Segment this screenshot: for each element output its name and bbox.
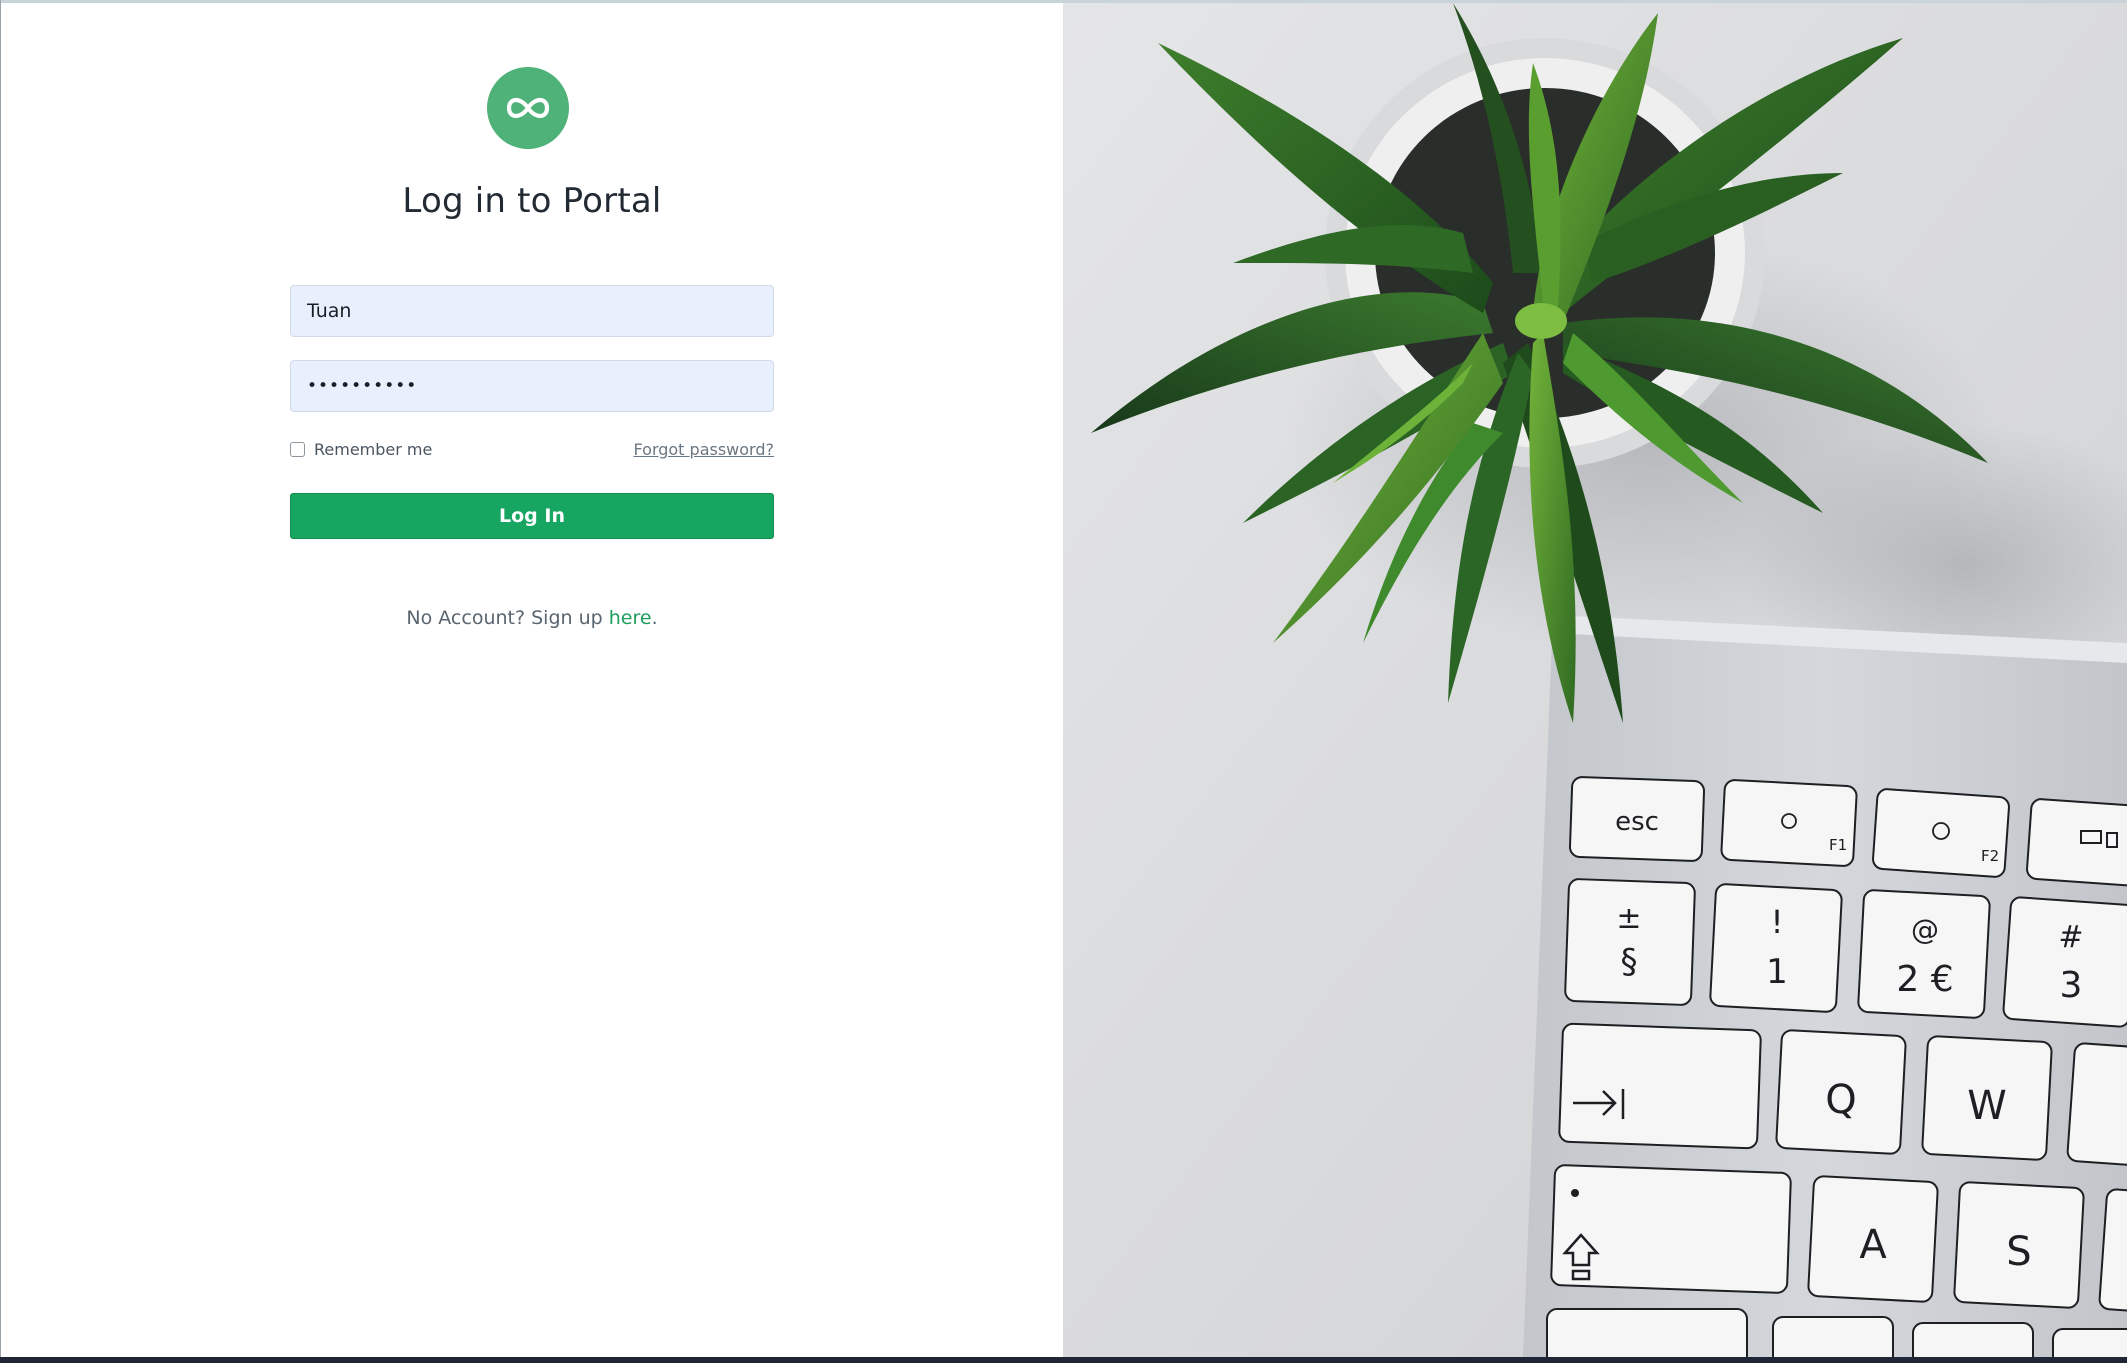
forgot-password-link[interactable]: Forgot password? (634, 440, 774, 459)
key-a: A (1859, 1222, 1887, 1268)
plant-keyboard-illustration: esc F1 F2 ± § ! 1 @ 2 € # 3 Q W A S (1063, 3, 2127, 1357)
username-input[interactable] (290, 285, 774, 337)
signup-prefix: No Account? Sign up (406, 607, 609, 629)
infinity-icon (487, 67, 569, 149)
login-page: Log in to Portal Remember me Forgot pass… (0, 0, 2127, 1363)
key-w: W (1967, 1083, 2007, 1129)
key-two-euro: 2 € (1896, 959, 1953, 1000)
key-plusminus: ± (1616, 901, 1641, 936)
key-exclaim: ! (1771, 903, 1784, 941)
signup-prompt: No Account? Sign up here. (1, 607, 1063, 629)
decorative-photo: esc F1 F2 ± § ! 1 @ 2 € # 3 Q W A S (1063, 3, 2127, 1357)
key-q: Q (1825, 1077, 1856, 1123)
taskbar-edge (0, 1357, 2127, 1363)
key-s: S (2006, 1229, 2031, 1275)
page-title: Log in to Portal (402, 181, 662, 221)
key-three: 3 (2060, 965, 2083, 1006)
key-f2: F2 (1981, 847, 1999, 865)
window-left-border (0, 0, 1, 1363)
caps-lock-led-icon (1571, 1189, 1579, 1197)
password-input[interactable] (290, 360, 774, 412)
signup-link[interactable]: here (609, 607, 652, 629)
signup-suffix: . (651, 607, 658, 629)
login-button[interactable]: Log In (290, 493, 774, 539)
key-one: 1 (1766, 952, 1788, 992)
key-hash: # (2058, 920, 2083, 955)
login-panel: Log in to Portal Remember me Forgot pass… (1, 3, 1063, 1357)
key-f1: F1 (1829, 836, 1847, 854)
remember-me[interactable]: Remember me (290, 440, 432, 459)
key-esc: esc (1615, 807, 1659, 837)
remember-me-label: Remember me (314, 440, 433, 459)
key-section: § (1621, 942, 1638, 982)
key-at: @ (1911, 913, 1939, 946)
remember-me-checkbox[interactable] (290, 442, 305, 457)
